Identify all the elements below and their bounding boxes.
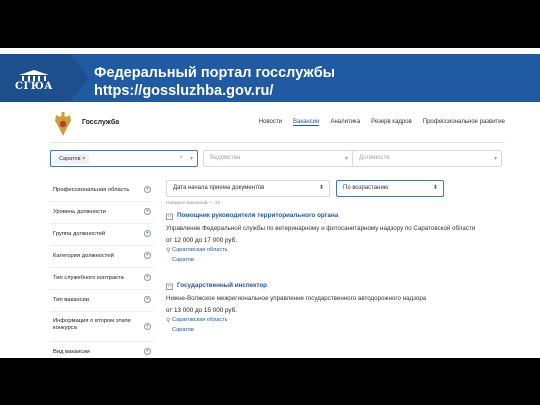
site-brand[interactable]: Госслужба [82,119,119,126]
plus-icon[interactable]: + [144,208,151,215]
plus-icon[interactable]: + [144,252,151,259]
plus-icon[interactable]: + [144,348,151,355]
sidebar-item-contract-type[interactable]: Тип служебного контракта + [50,268,154,290]
vacancy-card[interactable]: Помощник руководителя территориального о… [166,212,506,263]
vacancy-organization: Нижне-Волжское межрегиональное управлени… [166,295,427,302]
vacancy-region: ⚲ Саратовская область [166,247,228,254]
chevron-down-icon[interactable]: ▾ [190,155,193,162]
region-filter[interactable]: Саратов × × ▾ [50,150,198,167]
plus-icon[interactable]: + [144,323,151,330]
plus-icon[interactable]: + [144,274,151,281]
coat-of-arms-icon[interactable] [52,112,74,138]
plus-icon[interactable]: + [144,296,151,303]
chip-close-icon[interactable]: × [82,156,85,162]
sidebar-item-position-category[interactable]: Категория должностей + [50,246,154,268]
sidebar-item-vacancy-type[interactable]: Тип вакансии + [50,290,154,312]
position-filter[interactable]: Должности ▾ [352,150,502,167]
vacancy-title[interactable]: Государственный инспектор [177,282,267,289]
department-placeholder: Ведомства [210,155,241,161]
nav-professional-development[interactable]: Профессиональное развитие [423,119,505,126]
slide-title: Федеральный портал госслужбы https://gos… [94,65,336,99]
location-pin-icon: ⚲ [166,248,171,254]
vacancy-region: ⚲ Саратовская область [166,317,228,324]
sidebar-item-vacancy-kind[interactable]: Вид вакансии + [50,342,154,358]
vacancy-city[interactable]: Саратов [172,327,506,333]
sidebar-item-position-level[interactable]: Уровень должности + [50,202,154,224]
main-nav: Новости Вакансии Аналитика Резерв кадров… [259,119,505,126]
plus-icon[interactable]: + [144,230,151,237]
building-icon [166,283,173,290]
sort-arrows-icon: ⬍ [318,185,324,191]
sidebar-item-professional-area[interactable]: Профессиональная область + [50,180,154,202]
vacancy-organization: Управление Федеральной службы по ветерин… [166,225,476,232]
sort-arrows-icon: ⬍ [432,185,438,191]
chevron-down-icon[interactable]: ▾ [345,155,348,162]
nav-analytics[interactable]: Аналитика [330,119,360,126]
slide-banner: СГЮА Федеральный портал госслужбы https:… [0,48,540,106]
slide: СГЮА Федеральный портал госслужбы https:… [0,48,540,358]
plus-icon[interactable]: + [144,186,151,193]
nav-news[interactable]: Новости [259,119,282,126]
sidebar-item-second-stage-info[interactable]: Информация о втором этапе конкурса + [50,312,154,342]
filter-sidebar: Профессиональная область + Уровень должн… [50,180,154,358]
logo-text: СГЮА [15,81,53,92]
location-pin-icon: ⚲ [166,318,171,324]
department-filter[interactable]: Ведомства ▾ [203,150,353,167]
building-icon [166,213,173,220]
sort-field-select[interactable]: Дата начала приема документов ⬍ [166,180,330,197]
position-placeholder: Должности [359,155,390,161]
vacancy-salary: от 12 000 до 17 000 руб. [166,237,237,244]
nav-reserve[interactable]: Резерв кадров [371,119,412,126]
sort-order-select[interactable]: По возрастанию ⬍ [336,180,444,197]
filter-bar: Саратов × × ▾ Ведомства ▾ Должности ▾ [50,150,502,168]
site-header: Госслужба Новости Вакансии Аналитика Рез… [50,106,505,143]
sidebar-item-position-group[interactable]: Группа должностей + [50,224,154,246]
region-chip[interactable]: Саратов × [55,154,90,164]
chevron-down-icon[interactable]: ▾ [494,155,497,162]
vacancy-title[interactable]: Помощник руководителя территориального о… [177,212,338,219]
nav-vacancies[interactable]: Вакансии [293,119,320,126]
results-count: Найдено вакансий — 22 [166,201,221,206]
vacancy-card[interactable]: Государственный инспектор Нижне-Волжское… [166,282,506,333]
vacancy-city[interactable]: Саратов [172,257,506,263]
university-logo: СГЮА [8,70,60,100]
vacancy-salary: от 13 000 до 15 000 руб. [166,307,237,314]
clear-icon[interactable]: × [179,155,183,161]
